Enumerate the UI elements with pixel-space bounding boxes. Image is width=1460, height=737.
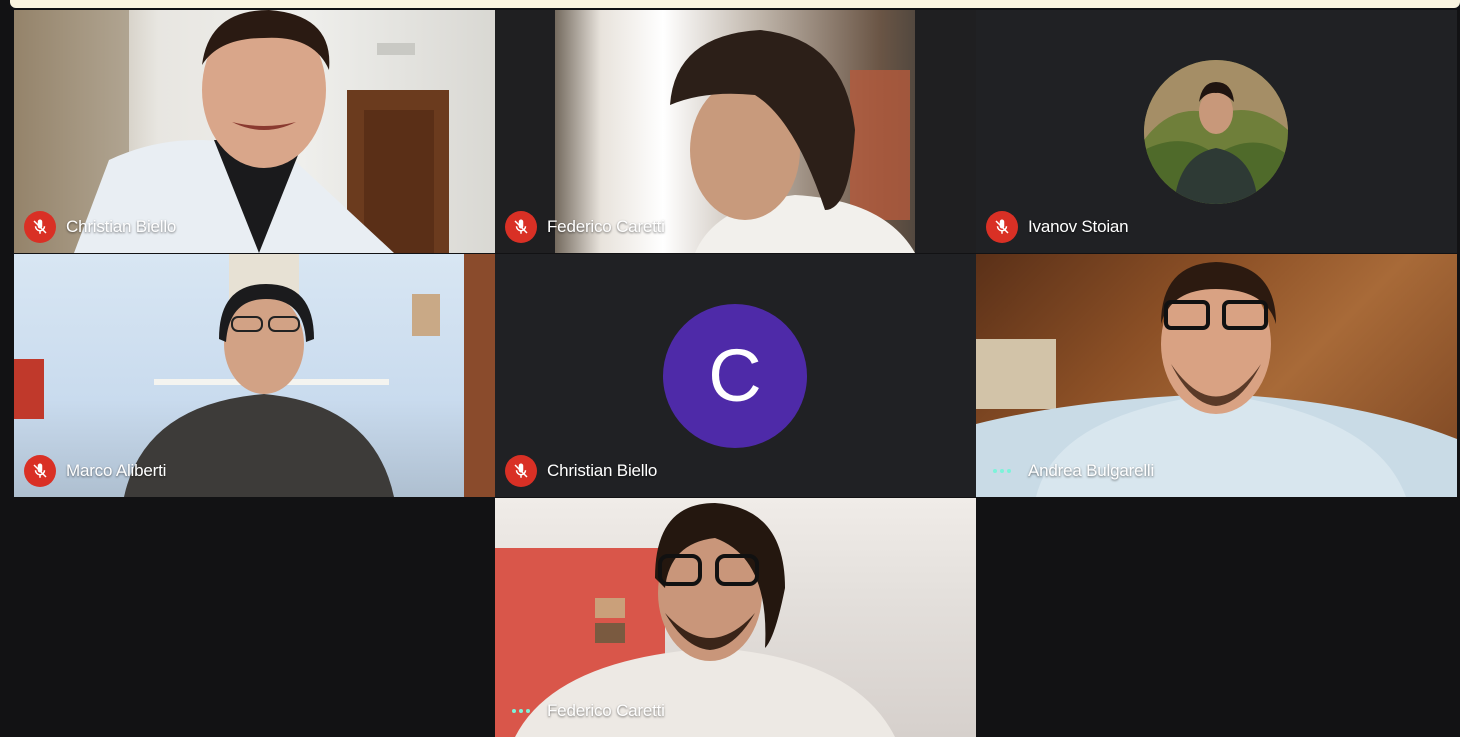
participant-label: Christian Biello — [505, 455, 657, 487]
participant-name: Christian Biello — [547, 461, 658, 480]
participant-tile-marco-aliberti[interactable]: Marco Aliberti — [14, 254, 495, 497]
participant-tile-andrea-bulgarelli[interactable]: Andrea Bulgarelli — [976, 254, 1457, 497]
participant-tile-federico-caretti-2[interactable]: Federico Caretti — [495, 498, 976, 737]
notification-banner — [10, 0, 1460, 8]
participant-label: Federico Caretti — [505, 211, 665, 243]
participant-tile-christian-biello-2[interactable]: C Christian Biello — [495, 254, 976, 497]
participant-label: Marco Aliberti — [24, 455, 166, 487]
participant-label: Andrea Bulgarelli — [986, 455, 1154, 487]
audio-dots-icon — [986, 455, 1018, 487]
participant-name: Federico Caretti — [547, 701, 665, 720]
participant-name: Christian Biello — [66, 217, 177, 236]
mic-off-icon — [505, 211, 537, 243]
mic-off-icon — [24, 211, 56, 243]
participant-name: Federico Caretti — [547, 217, 665, 236]
mic-off-icon — [505, 455, 537, 487]
participant-label: Christian Biello — [24, 211, 176, 243]
mic-off-icon — [24, 455, 56, 487]
avatar: C — [663, 304, 807, 448]
participant-name: Andrea Bulgarelli — [1028, 461, 1155, 480]
participant-label: Federico Caretti — [505, 695, 665, 727]
participant-label: Ivanov Stoian — [986, 211, 1129, 243]
participant-name: Marco Aliberti — [66, 461, 167, 480]
profile-photo — [1144, 60, 1288, 204]
participant-tile-ivanov-stoian[interactable]: Ivanov Stoian — [976, 10, 1457, 253]
participant-name: Ivanov Stoian — [1028, 217, 1129, 236]
participant-tile-christian-biello[interactable]: Christian Biello — [14, 10, 495, 253]
mic-off-icon — [986, 211, 1018, 243]
participant-tile-federico-caretti[interactable]: Federico Caretti — [495, 10, 976, 253]
audio-dots-icon — [505, 695, 537, 727]
